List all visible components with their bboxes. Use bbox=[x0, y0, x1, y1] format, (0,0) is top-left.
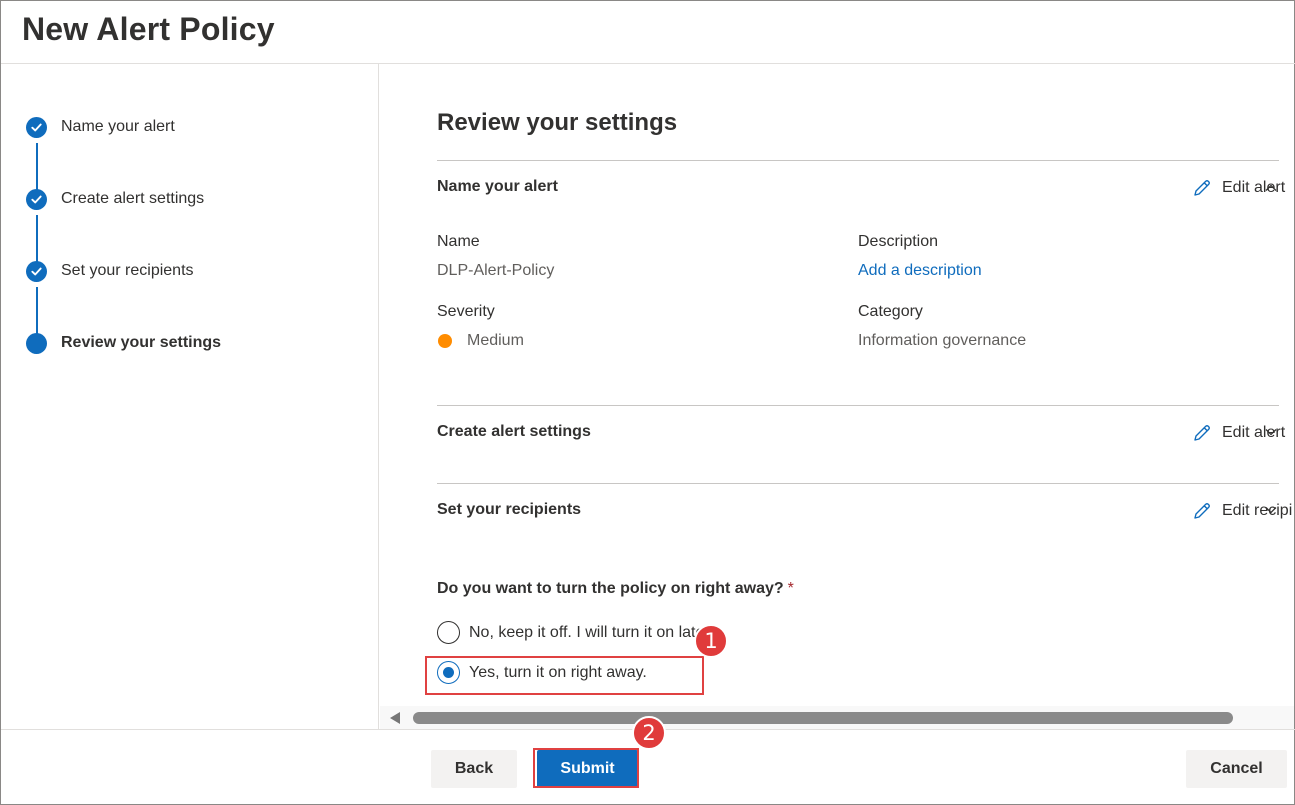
step-label: Name your alert bbox=[61, 118, 175, 135]
highlight-box bbox=[533, 748, 639, 788]
category-value: Information governance bbox=[858, 332, 1027, 349]
highlight-box bbox=[425, 656, 704, 695]
review-panel: Review your settings Name your alert Edi… bbox=[380, 64, 1294, 706]
category-label: Category bbox=[858, 303, 923, 320]
horizontal-scrollbar[interactable] bbox=[380, 706, 1294, 729]
add-description-link[interactable]: Add a description bbox=[858, 262, 982, 280]
divider bbox=[437, 483, 1279, 484]
pencil-icon bbox=[1194, 425, 1210, 441]
name-value: DLP-Alert-Policy bbox=[437, 262, 555, 279]
section-title-set-your-recipients: Set your recipients bbox=[437, 501, 582, 518]
section-title-name-your-alert: Name your alert bbox=[437, 178, 558, 195]
annotation-badge-2: 2 bbox=[632, 716, 666, 750]
required-mark: * bbox=[787, 580, 794, 597]
pencil-icon bbox=[1194, 503, 1210, 519]
radio-button[interactable] bbox=[437, 621, 460, 644]
checkmark-icon bbox=[26, 189, 47, 210]
section-title-create-alert-settings: Create alert settings bbox=[437, 423, 591, 440]
wizard-window: New Alert Policy Name your alert Create … bbox=[0, 0, 1295, 805]
page-title: New Alert Policy bbox=[22, 11, 275, 47]
turn-on-question: Do you want to turn the policy on right … bbox=[437, 580, 794, 598]
chevron-up-icon[interactable] bbox=[1264, 181, 1278, 195]
description-label: Description bbox=[858, 233, 939, 250]
severity-label: Severity bbox=[437, 303, 495, 320]
checkmark-icon bbox=[26, 261, 47, 282]
checkmark-icon bbox=[26, 117, 47, 138]
name-label: Name bbox=[437, 233, 480, 250]
chevron-down-icon[interactable] bbox=[1264, 425, 1278, 439]
cancel-button[interactable]: Cancel bbox=[1186, 750, 1287, 788]
section-heading: Review your settings bbox=[437, 109, 678, 136]
pencil-icon bbox=[1194, 180, 1210, 196]
step-label: Review your settings bbox=[61, 334, 222, 351]
edit-label: Edit recipi bbox=[1222, 502, 1293, 519]
divider bbox=[437, 160, 1279, 161]
scroll-left-arrow-icon[interactable] bbox=[390, 712, 400, 724]
divider bbox=[437, 405, 1279, 406]
step-label: Create alert settings bbox=[61, 190, 205, 207]
back-button[interactable]: Back bbox=[431, 750, 517, 788]
question-text: Do you want to turn the policy on right … bbox=[437, 580, 784, 597]
wizard-steps-nav: Name your alert Create alert settings Se… bbox=[1, 64, 379, 729]
footer-actions: Back Submit Cancel 2 bbox=[1, 716, 1295, 805]
severity-medium-dot-icon bbox=[438, 334, 452, 348]
radio-label: No, keep it off. I will turn it on later… bbox=[469, 623, 714, 641]
current-step-dot-icon bbox=[26, 333, 47, 354]
scrollbar-thumb[interactable] bbox=[413, 712, 1233, 724]
radio-option-no[interactable]: No, keep it off. I will turn it on later… bbox=[437, 621, 713, 644]
step-label: Set your recipients bbox=[61, 262, 194, 279]
severity-value: Medium bbox=[467, 332, 524, 349]
annotation-badge-1: 1 bbox=[694, 624, 728, 658]
step-connector bbox=[36, 287, 38, 337]
step-connector bbox=[36, 215, 38, 265]
chevron-down-icon[interactable] bbox=[1264, 503, 1278, 517]
header: New Alert Policy bbox=[1, 1, 1295, 64]
step-connector bbox=[36, 143, 38, 193]
